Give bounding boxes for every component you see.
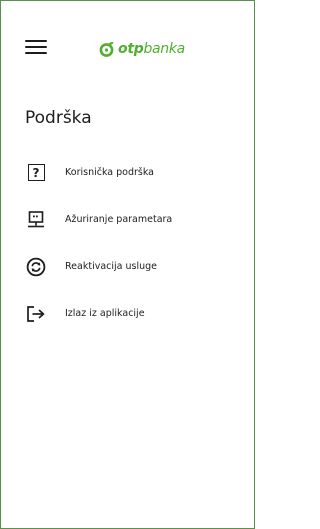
logout-icon (24, 302, 48, 326)
terminal-settings-icon (24, 208, 48, 232)
logo-text-otp: otp (118, 41, 144, 57)
menu-item-exit-app[interactable]: Izlaz iz aplikacije (1, 290, 254, 337)
menu-item-customer-support[interactable]: ? Korisnička podrška (1, 149, 254, 196)
otp-banka-logo: otp banka (99, 39, 185, 59)
refresh-circle-icon (24, 255, 48, 279)
menu-item-update-parameters[interactable]: Ažuriranje parametara (1, 196, 254, 243)
menu-item-label: Korisnička podrška (65, 167, 155, 178)
logo-text-banka: banka (143, 41, 185, 57)
menu-item-reactivate-service[interactable]: Reaktivacija usluge (1, 243, 254, 290)
menu-item-label: Reaktivacija usluge (65, 261, 157, 272)
menu-item-label: Izlaz iz aplikacije (65, 308, 145, 319)
menu-item-label: Ažuriranje parametara (65, 214, 173, 225)
hamburger-menu-icon[interactable] (25, 39, 47, 55)
otp-logo-mark-icon (99, 41, 114, 57)
header: otp banka (1, 1, 254, 61)
section-title: Podrška (25, 108, 92, 128)
question-box-icon: ? (24, 161, 48, 185)
app-frame: otp banka Podrška ? Korisnička podrška A… (0, 0, 255, 529)
support-menu: ? Korisnička podrška Ažuriranje parameta… (1, 149, 254, 337)
